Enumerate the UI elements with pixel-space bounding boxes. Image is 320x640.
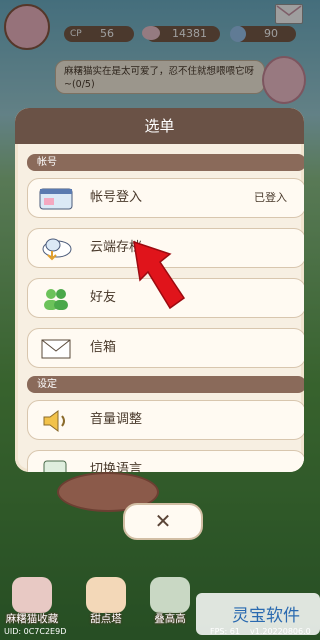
nav-label: 甜点塔 bbox=[90, 613, 122, 625]
nav-cat-collection[interactable]: 麻糬猫收藏 bbox=[2, 575, 62, 625]
status-bar: UID: 0C7C2E9D FPS: 61 v1.20220806.0 bbox=[0, 627, 320, 640]
stack-icon bbox=[150, 577, 190, 613]
volume-button[interactable]: 音量调整 bbox=[27, 400, 304, 440]
nav-label: 麻糬猫收藏 bbox=[5, 613, 59, 625]
section-account: 帐号 bbox=[27, 154, 304, 171]
friends-label: 好友 bbox=[90, 290, 117, 305]
section-settings: 设定 bbox=[27, 376, 304, 393]
nav-label: 叠高高 bbox=[154, 613, 186, 625]
cloud-icon bbox=[38, 235, 74, 263]
speaker-icon bbox=[38, 407, 74, 435]
watermark-text: 灵宝软件 bbox=[232, 606, 300, 626]
id-card-icon bbox=[38, 185, 74, 213]
panel-title: 选单 bbox=[15, 108, 304, 144]
account-login-button[interactable]: 帐号登入 已登入 bbox=[27, 178, 304, 218]
envelope-icon bbox=[38, 335, 74, 363]
volume-label: 音量调整 bbox=[90, 412, 143, 427]
language-button[interactable]: 切换语言 bbox=[27, 450, 304, 472]
nav-dessert-tower[interactable]: 甜点塔 bbox=[76, 575, 136, 625]
cake-icon bbox=[86, 577, 126, 613]
language-label: 切换语言 bbox=[90, 462, 143, 472]
account-login-label: 帐号登入 bbox=[90, 190, 143, 205]
cat-collection-icon bbox=[12, 577, 52, 613]
version-text: v1.20220806.0 bbox=[250, 627, 311, 636]
fps-text: FPS: 61 bbox=[210, 627, 240, 636]
nav-stacking[interactable]: 叠高高 bbox=[140, 575, 200, 625]
friends-icon bbox=[38, 285, 74, 313]
language-icon bbox=[38, 457, 74, 472]
mailbox-button[interactable]: 信箱 bbox=[27, 328, 304, 368]
arrow-pointer-icon bbox=[133, 240, 186, 310]
uid-text: UID: 0C7C2E9D bbox=[4, 627, 67, 636]
close-button[interactable]: ✕ bbox=[123, 503, 203, 540]
account-login-status: 已登入 bbox=[254, 191, 287, 204]
mailbox-label: 信箱 bbox=[90, 340, 117, 355]
